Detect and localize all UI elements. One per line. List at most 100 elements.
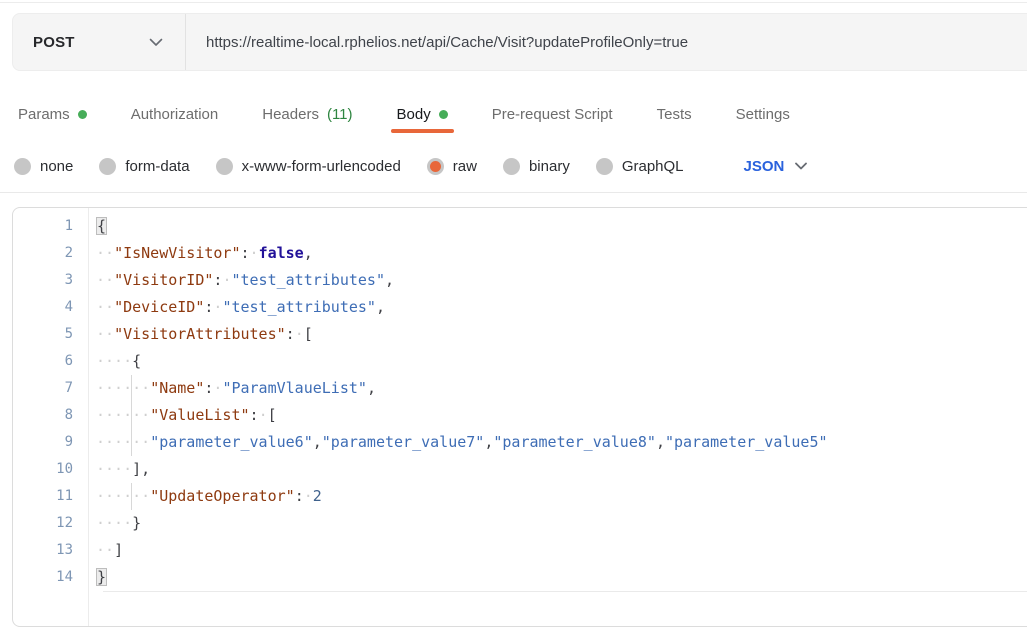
body-type-raw[interactable]: raw: [427, 158, 477, 175]
code-content: ······"ValueList":·[: [73, 402, 277, 429]
whitespace-dots: ··: [96, 271, 114, 289]
method-label: POST: [33, 34, 75, 51]
tab-label: Body: [397, 106, 431, 123]
json-string: "test_attributes": [222, 298, 376, 316]
line-number: 9: [13, 429, 73, 456]
json-punctuation: }: [132, 514, 141, 532]
code-line: 1{: [13, 213, 1027, 240]
tab-tests[interactable]: Tests: [651, 94, 698, 134]
json-punctuation: ,: [376, 298, 385, 316]
json-punctuation: ],: [132, 460, 150, 478]
json-boolean: false: [259, 244, 304, 262]
radio-core: [430, 161, 441, 172]
radio-selected-icon: [427, 158, 444, 175]
tab-label: Headers: [262, 106, 319, 123]
whitespace-dots: ··: [132, 379, 150, 397]
radio-icon: [14, 158, 31, 175]
json-key: "VisitorAttributes": [114, 325, 286, 343]
url-input[interactable]: https://realtime-local.rphelios.net/api/…: [186, 14, 688, 70]
json-key: "VisitorID": [114, 271, 213, 289]
code-content: ··]: [73, 537, 123, 564]
code-content: ····}: [73, 510, 141, 537]
whitespace-dots: ··: [96, 244, 114, 262]
whitespace-dots: ·: [295, 325, 304, 343]
body-section-divider: [0, 192, 1027, 193]
body-type-label: raw: [453, 158, 477, 175]
json-string: "parameter_value8": [493, 433, 656, 451]
json-punctuation: ]: [114, 541, 123, 559]
line-number: 5: [13, 321, 73, 348]
code-content: ··"VisitorAttributes":·[: [73, 321, 313, 348]
code-content: ··"DeviceID":·"test_attributes",: [73, 294, 385, 321]
code-line: 14}: [13, 564, 1027, 591]
language-selector[interactable]: JSON: [744, 158, 808, 175]
top-divider: [0, 2, 1027, 3]
radio-icon: [99, 158, 116, 175]
json-string: "parameter_value5": [665, 433, 828, 451]
after-last-line-divider: [103, 591, 1027, 592]
matched-bracket-json-punctuation: {: [96, 217, 107, 235]
line-number: 8: [13, 402, 73, 429]
body-type-label: x-www-form-urlencoded: [242, 158, 401, 175]
body-type-label: none: [40, 158, 73, 175]
tab-authorization[interactable]: Authorization: [125, 94, 225, 134]
line-number: 7: [13, 375, 73, 402]
chevron-down-icon: [795, 162, 807, 170]
tab-label: Tests: [657, 106, 692, 123]
code-content: {: [73, 213, 107, 240]
body-type-none[interactable]: none: [14, 158, 73, 175]
body-editor[interactable]: 1{2··"IsNewVisitor":·false,3··"VisitorID…: [12, 207, 1027, 627]
code-line: 5··"VisitorAttributes":·[: [13, 321, 1027, 348]
tab-headers[interactable]: Headers (11): [256, 94, 358, 134]
json-number: 2: [313, 487, 322, 505]
json-punctuation: ,: [313, 433, 322, 451]
request-tabs: Params Authorization Headers (11) Body Pre-re…: [12, 94, 828, 134]
whitespace-dots: ····: [96, 433, 132, 451]
code-line: 9······"parameter_value6","parameter_val…: [13, 429, 1027, 456]
code-line: 7······"Name":·"ParamVlaueList",: [13, 375, 1027, 402]
body-type-x-www-form-urlencoded[interactable]: x-www-form-urlencoded: [216, 158, 401, 175]
body-type-label: binary: [529, 158, 570, 175]
whitespace-dots: ··: [96, 298, 114, 316]
line-number: 6: [13, 348, 73, 375]
whitespace-dots: ··: [96, 541, 114, 559]
line-number: 11: [13, 483, 73, 510]
line-number: 3: [13, 267, 73, 294]
body-type-binary[interactable]: binary: [503, 158, 570, 175]
body-type-form-data[interactable]: form-data: [99, 158, 189, 175]
radio-icon: [503, 158, 520, 175]
whitespace-dots: ··: [96, 325, 114, 343]
tab-body[interactable]: Body: [391, 94, 454, 134]
line-number: 2: [13, 240, 73, 267]
code-line: 8······"ValueList":·[: [13, 402, 1027, 429]
tab-label: Settings: [736, 106, 790, 123]
json-punctuation: :: [250, 406, 259, 424]
line-number: 14: [13, 564, 73, 591]
tab-params[interactable]: Params: [12, 94, 93, 134]
code-rows: 1{2··"IsNewVisitor":·false,3··"VisitorID…: [13, 213, 1027, 591]
chevron-down-icon: [149, 38, 163, 47]
tab-count-badge: (11): [327, 106, 353, 123]
line-number: 4: [13, 294, 73, 321]
tab-settings[interactable]: Settings: [730, 94, 796, 134]
body-type-row: none form-data x-www-form-urlencoded raw bin…: [14, 149, 807, 183]
tab-label: Authorization: [131, 106, 219, 123]
json-punctuation: ,: [385, 271, 394, 289]
json-punctuation: ,: [304, 244, 313, 262]
code-content: ······"Name":·"ParamVlaueList",: [73, 375, 376, 402]
json-key: "IsNewVisitor": [114, 244, 240, 262]
whitespace-dots: ····: [96, 352, 132, 370]
whitespace-dots: ····: [96, 514, 132, 532]
line-number: 12: [13, 510, 73, 537]
code-content: ··"VisitorID":·"test_attributes",: [73, 267, 394, 294]
radio-icon: [216, 158, 233, 175]
method-selector[interactable]: POST: [13, 14, 185, 70]
json-punctuation: :: [241, 244, 250, 262]
whitespace-dots: ·: [304, 487, 313, 505]
tab-pre-request-script[interactable]: Pre-request Script: [486, 94, 619, 134]
line-number: 1: [13, 213, 73, 240]
body-type-label: form-data: [125, 158, 189, 175]
json-punctuation: {: [132, 352, 141, 370]
body-type-GraphQL[interactable]: GraphQL: [596, 158, 684, 175]
json-key: "ValueList": [150, 406, 249, 424]
